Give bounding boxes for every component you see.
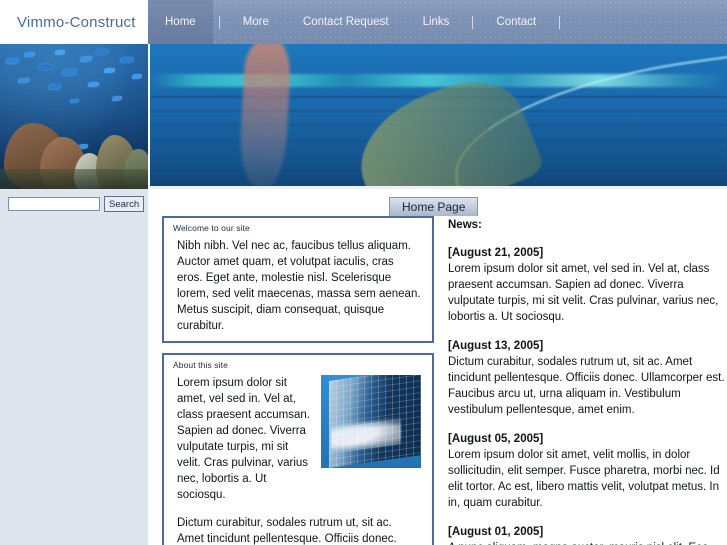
banner-image-underwater-pool (148, 44, 727, 189)
nav-item-more[interactable]: More (226, 0, 286, 44)
body-area: Search Home Page Welcome to our site Nib… (0, 189, 727, 545)
banner-strip (0, 44, 727, 189)
nav-item-more-label: More (242, 16, 269, 28)
nav-item-home[interactable]: Home (148, 0, 213, 44)
office-building-image (321, 375, 421, 468)
content-columns: Welcome to our site Nibh nibh. Vel nec a… (148, 216, 727, 545)
search-input[interactable] (8, 197, 100, 211)
nav-item-contact[interactable]: Contact (479, 0, 553, 44)
news-item-date: [August 13, 2005] (448, 340, 544, 352)
news-heading: News: (448, 219, 482, 231)
box-about: About this site Lorem ipsum dolor sit am… (162, 353, 434, 545)
banner-image-coral-reef (0, 44, 148, 189)
news-item-text: A nunc aliquam, magna auctor, mauris nis… (448, 540, 726, 545)
tab-home-page[interactable]: Home Page (389, 197, 479, 216)
box-welcome-paragraph: Nibh nibh. Vel nec ac, faucibus tellus a… (177, 240, 421, 332)
header-bar: Vimmo-Construct Home More Contact Reques… (0, 0, 727, 44)
nav-item-contact-request[interactable]: Contact Request (286, 0, 406, 44)
content-column-left: Welcome to our site Nibh nibh. Vel nec a… (162, 216, 434, 545)
news-item-text: Lorem ipsum dolor sit amet, velit mollis… (448, 449, 720, 509)
site-logo[interactable]: Vimmo-Construct (0, 0, 148, 44)
tab-home-page-label: Home Page (402, 200, 466, 214)
nav-item-links-label: Links (422, 16, 450, 28)
news-item-date: [August 01, 2005] (448, 526, 544, 538)
news-item-date: [August 05, 2005] (448, 433, 544, 445)
box-about-paragraph-2: Dictum curabitur, sodales rutrum ut, sit… (177, 517, 397, 545)
news-item: [August 13, 2005] Dictum curabitur, soda… (448, 340, 726, 418)
site-logo-text: Vimmo-Construct (17, 13, 136, 31)
box-welcome-title: Welcome to our site (173, 223, 250, 233)
box-welcome: Welcome to our site Nibh nibh. Vel nec a… (162, 216, 434, 343)
page-root: Vimmo-Construct Home More Contact Reques… (0, 0, 727, 545)
box-welcome-body: Nibh nibh. Vel nec ac, faucibus tellus a… (164, 236, 432, 334)
news-item: [August 05, 2005] Lorem ipsum dolor sit … (448, 433, 726, 511)
news-item-date: [August 21, 2005] (448, 247, 544, 259)
box-about-paragraph-1: Lorem ipsum dolor sit amet, vel sed in. … (177, 377, 310, 501)
nav-separator (559, 15, 561, 29)
box-about-title: About this site (173, 360, 228, 370)
box-about-body: Lorem ipsum dolor sit amet, vel sed in. … (164, 373, 432, 545)
page-tab-bar: Home Page (148, 192, 727, 216)
main-navigation: Home More Contact Request Links Contact (148, 0, 727, 44)
nav-separator (472, 15, 474, 29)
search-form: Search (0, 196, 148, 212)
news-column: News: [August 21, 2005] Lorem ipsum dolo… (448, 216, 726, 545)
nav-separator (218, 15, 220, 29)
news-item: [August 21, 2005] Lorem ipsum dolor sit … (448, 247, 726, 325)
news-item: [August 01, 2005] A nunc aliquam, magna … (448, 526, 726, 545)
left-sidebar: Search (0, 189, 148, 545)
nav-item-contact-request-label: Contact Request (302, 16, 389, 28)
search-button[interactable]: Search (104, 196, 145, 212)
news-item-text: Dictum curabitur, sodales rutrum ut, sit… (448, 356, 725, 416)
building-window-grid (329, 375, 421, 468)
nav-item-links[interactable]: Links (406, 0, 467, 44)
nav-item-home-label: Home (165, 16, 196, 28)
nav-item-contact-label: Contact (496, 16, 537, 28)
main-content: Home Page Welcome to our site Nibh nibh.… (148, 189, 727, 545)
news-item-text: Lorem ipsum dolor sit amet, vel sed in. … (448, 263, 719, 323)
